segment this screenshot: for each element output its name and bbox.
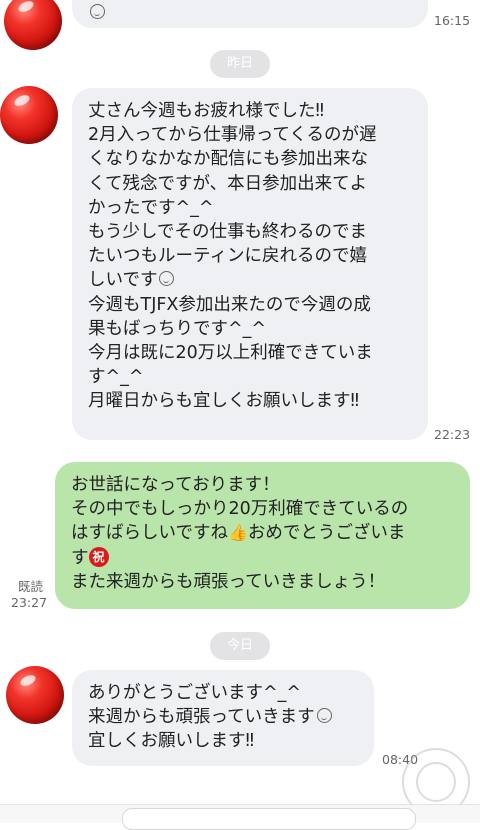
message-text: す: [71, 547, 89, 568]
read-receipt: 既読: [18, 579, 44, 594]
message-line: 丈さん今週もお疲れ様でした‼: [88, 101, 324, 121]
date-divider: 今日: [210, 632, 270, 660]
celebration-stamp-icon: 祝: [88, 546, 109, 567]
message-line: 今週もTJFX参加出来たので今週の成: [88, 294, 371, 315]
message-line: す^_^: [88, 367, 144, 388]
avatar[interactable]: [0, 86, 58, 144]
message-text: 来週からも頑張っていきます: [88, 707, 315, 728]
smiley-emoji-icon: [316, 708, 332, 724]
message-input[interactable]: [122, 808, 416, 830]
thumbs-up-emoji-icon: 👍: [227, 523, 248, 543]
message-bubble-incoming[interactable]: [72, 0, 428, 28]
message-line: くなりなかなか配信にも参加出来な: [88, 149, 368, 170]
message-line: しいです: [88, 268, 428, 292]
message-bubble-incoming[interactable]: 丈さん今週もお疲れ様でした‼ 2月入ってから仕事帰ってくるのが遅 くなりなかなか…: [72, 88, 428, 440]
date-divider: 昨日: [210, 50, 270, 78]
message-line: くて残念ですが、本日参加出来てよ: [88, 173, 368, 194]
message-time: 16:15: [434, 13, 471, 28]
message-line: 2月入ってから仕事帰ってくるのが遅: [88, 125, 377, 146]
message-line: お世話になっております！: [71, 475, 280, 495]
message-line: ありがとうございます^_^: [88, 683, 302, 703]
message-time: 23:27: [11, 595, 48, 610]
message-time: 22:23: [434, 427, 471, 442]
message-line: 宜しくお願いします‼: [88, 731, 254, 752]
message-line: もう少しでその仕事も終わるのでま: [88, 222, 367, 243]
message-line: 果もばっちりです^_^: [88, 318, 267, 339]
message-text: しいです: [88, 270, 158, 291]
smiley-emoji-icon: [159, 271, 175, 287]
message-line: はすばらしいですね👍おめでとうございま: [71, 521, 470, 545]
avatar[interactable]: [6, 666, 64, 724]
smiley-emoji-icon: [90, 4, 105, 19]
message-line: また来週からも頑張っていきましょう！: [71, 571, 386, 592]
message-line: その中でもしっかり20万利確できているの: [71, 499, 409, 520]
message-line: す祝: [71, 546, 470, 570]
message-line: 今月は既に20万以上利確できていま: [88, 343, 373, 364]
avatar[interactable]: [4, 0, 62, 50]
message-line: 来週からも頑張っていきます: [88, 705, 374, 729]
message-bubble-incoming[interactable]: ありがとうございます^_^ 来週からも頑張っていきます 宜しくお願いします‼: [72, 670, 374, 766]
message-line: 月曜日からも宜しくお願いします‼: [88, 391, 359, 412]
message-bubble-outgoing[interactable]: お世話になっております！ その中でもしっかり20万利確できているの はすばらしい…: [55, 462, 470, 609]
message-text: はすばらしいですね: [71, 523, 228, 544]
message-line: たいつもルーティンに戻れるので嬉: [88, 246, 367, 267]
message-text: おめでとうございま: [247, 523, 406, 544]
message-line: かったです^_^: [88, 197, 214, 218]
